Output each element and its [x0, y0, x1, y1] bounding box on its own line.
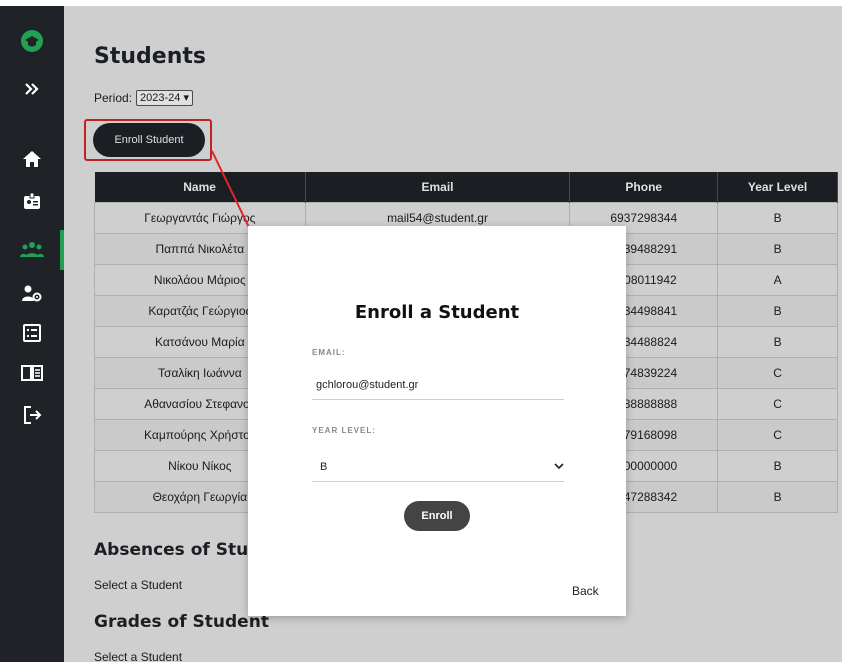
teachers-settings-icon[interactable] — [0, 276, 64, 310]
enroll-modal: Enroll a Student EMAIL: gchlorou@student… — [248, 226, 626, 616]
year-level-label: YEAR LEVEL: — [312, 426, 376, 435]
badge-icon[interactable] — [0, 184, 64, 218]
email-label: EMAIL: — [312, 348, 346, 357]
list-icon[interactable] — [0, 316, 64, 350]
modal-title: Enroll a Student — [354, 302, 520, 323]
book-icon[interactable] — [0, 356, 64, 390]
chevron-down-icon — [554, 461, 564, 473]
sidebar — [0, 6, 64, 662]
back-link[interactable]: Back — [572, 584, 599, 598]
expand-icon[interactable] — [0, 72, 64, 106]
year-level-value: B — [320, 460, 328, 473]
logo-icon[interactable] — [0, 24, 64, 58]
logout-icon[interactable] — [0, 398, 64, 432]
email-field[interactable]: gchlorou@student.gr — [312, 370, 564, 400]
year-level-select[interactable]: B — [312, 452, 564, 482]
enroll-button[interactable]: Enroll — [404, 501, 470, 531]
students-icon[interactable] — [0, 232, 64, 266]
email-value: gchlorou@student.gr — [316, 378, 419, 391]
home-icon[interactable] — [0, 142, 64, 176]
